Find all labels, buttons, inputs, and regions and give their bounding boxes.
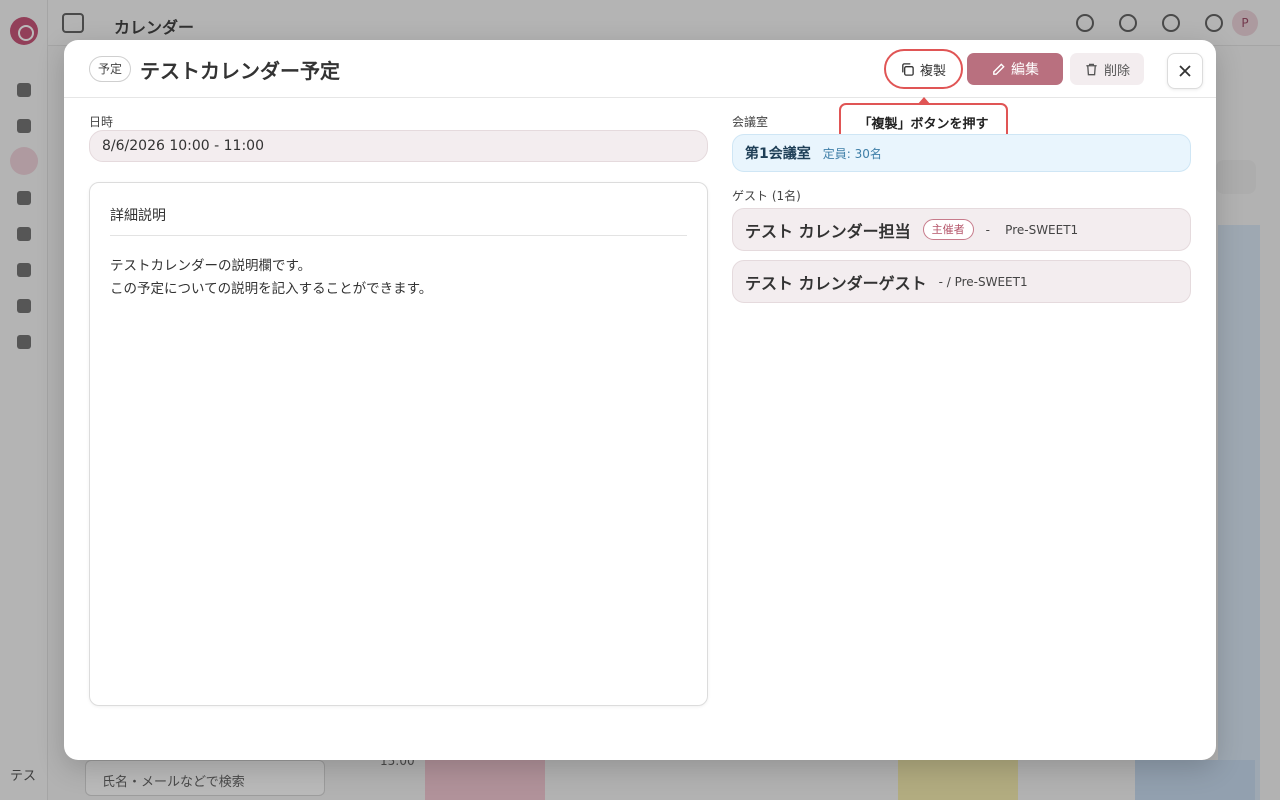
event-type-badge: 予定 xyxy=(89,56,132,82)
close-button[interactable] xyxy=(1167,53,1203,89)
close-icon xyxy=(1179,65,1191,77)
description-line: この予定についての説明を記入することができます。 xyxy=(110,281,433,297)
room-name: 第1会議室 xyxy=(745,146,811,162)
room-capacity: 定員: 30名 xyxy=(822,146,882,161)
meeting-room-chip: 第1会議室 定員: 30名 xyxy=(732,134,1191,172)
guest-item: テスト カレンダーゲスト - / Pre-SWEET1 xyxy=(732,260,1191,303)
delete-button[interactable]: 削除 xyxy=(1070,53,1144,85)
modal-header: 予定 テストカレンダー予定 複製 編集 削除 xyxy=(64,40,1216,98)
guest-name: テスト カレンダーゲスト xyxy=(745,273,927,293)
trash-icon xyxy=(1086,63,1097,75)
description-card: 詳細説明 テストカレンダーの説明欄です。 この予定についての説明を記入することが… xyxy=(89,182,708,706)
description-title: 詳細説明 xyxy=(110,208,166,224)
duplicate-highlight-ring xyxy=(884,49,963,89)
modal-title: テストカレンダー予定 xyxy=(140,59,340,83)
guest-item: テスト カレンダー担当 主催者 - Pre-SWEET1 xyxy=(732,208,1191,251)
guest-name: テスト カレンダー担当 xyxy=(745,221,911,241)
datetime-label: 日時 xyxy=(89,115,114,129)
description-line: テストカレンダーの説明欄です。 xyxy=(110,258,312,274)
delete-label: 削除 xyxy=(1103,63,1130,79)
pencil-icon xyxy=(993,62,1005,75)
organizer-badge: 主催者 xyxy=(922,219,974,240)
datetime-value: 8/6/2026 10:00 - 11:00 xyxy=(89,130,708,162)
edit-label: 編集 xyxy=(1011,62,1039,78)
edit-button[interactable]: 編集 xyxy=(967,53,1063,85)
room-label: 会議室 xyxy=(732,115,769,129)
guests-label: ゲスト (1名) xyxy=(732,189,801,203)
event-detail-modal: 予定 テストカレンダー予定 複製 編集 削除 「複製」ボタンを押す 日時 8/6… xyxy=(64,40,1216,760)
divider xyxy=(110,235,687,236)
guest-organization: - Pre-SWEET1 xyxy=(985,222,1079,237)
guest-organization: - / Pre-SWEET1 xyxy=(938,274,1028,289)
